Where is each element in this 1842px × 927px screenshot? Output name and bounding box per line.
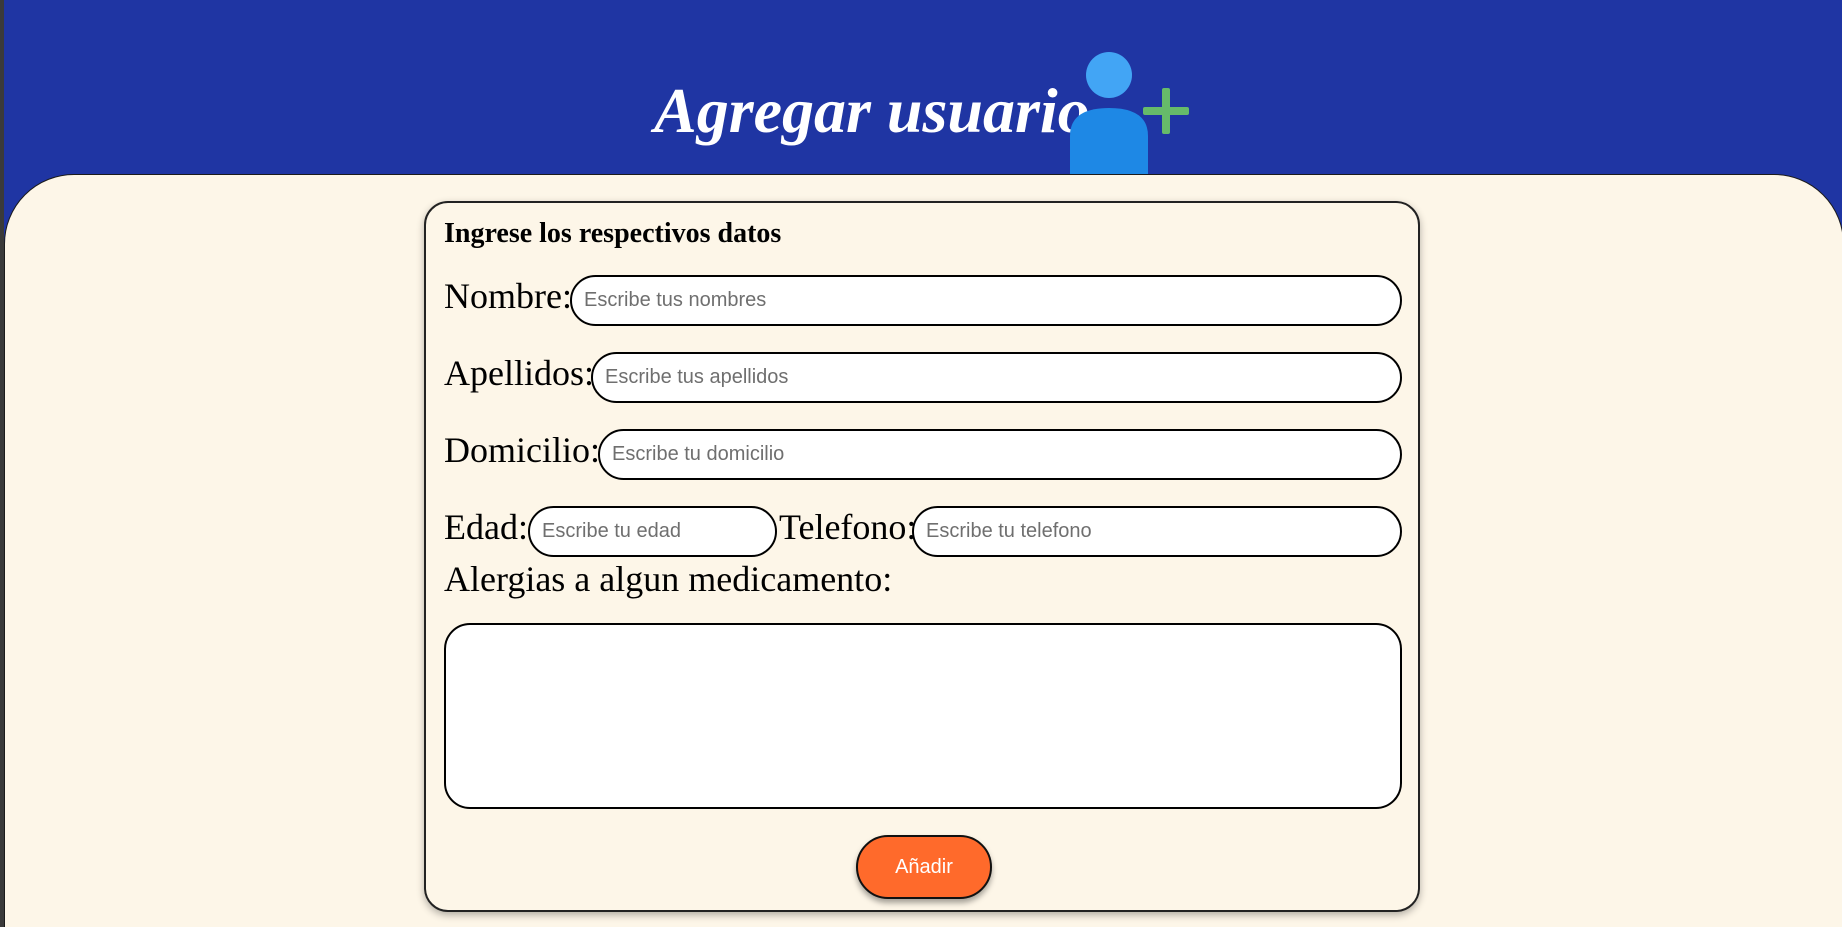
form-heading: Ingrese los respectivos datos bbox=[444, 218, 782, 249]
edad-input[interactable] bbox=[528, 506, 777, 557]
apellidos-input[interactable] bbox=[591, 352, 1402, 403]
alergias-textarea[interactable] bbox=[444, 623, 1402, 809]
add-user-icon bbox=[1070, 52, 1189, 174]
domicilio-input[interactable] bbox=[598, 429, 1402, 480]
telefono-label: Telefono: bbox=[779, 507, 917, 547]
apellidos-label: Apellidos: bbox=[444, 353, 594, 393]
page-header: Agregar usuario bbox=[0, 0, 1842, 175]
alergias-label: Alergias a algun medicamento: bbox=[444, 559, 893, 599]
add-button[interactable]: Añadir bbox=[856, 835, 992, 899]
edad-label: Edad: bbox=[444, 507, 528, 547]
add-user-form: Ingrese los respectivos datos Nombre: Ap… bbox=[424, 201, 1420, 912]
telefono-input[interactable] bbox=[912, 506, 1402, 557]
domicilio-label: Domicilio: bbox=[444, 430, 600, 470]
page-title: Agregar usuario bbox=[654, 75, 1090, 146]
nombre-label: Nombre: bbox=[444, 276, 572, 316]
nombre-input[interactable] bbox=[570, 275, 1402, 326]
